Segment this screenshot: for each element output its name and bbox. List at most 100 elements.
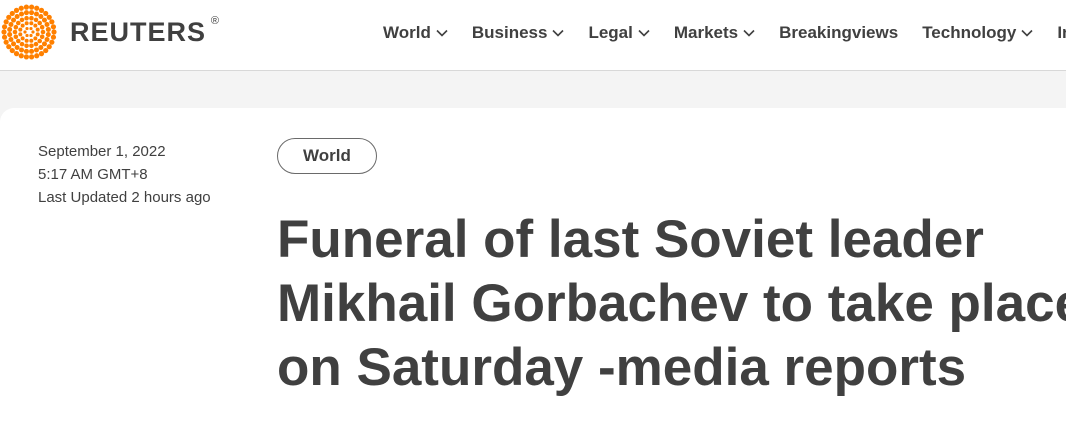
logo-dot (45, 32, 51, 38)
logo-dot (3, 19, 9, 25)
nav-item-label: Business (471, 23, 548, 42)
logo-wordmark: REUTERS ® (70, 15, 219, 48)
last-updated: Last Updated 2 hours ago (38, 189, 211, 206)
logo-dot (1, 24, 8, 30)
logo-dot (38, 44, 44, 50)
headline-line: Mikhail Gorbachev to take place (277, 274, 1066, 333)
logo-dot (33, 17, 39, 23)
logo-dot (43, 10, 49, 17)
top-header: REUTERS ® World Business Legal Markets Br… (0, 0, 1066, 71)
nav-item-label: In (1057, 23, 1066, 42)
logo-dot (13, 24, 19, 30)
logo-dot (29, 54, 35, 60)
main-nav: World Business Legal Markets Breakingvie… (383, 0, 1066, 66)
nav-item-label: World (383, 23, 431, 42)
nav-item-breakingviews[interactable]: Breakingviews (779, 23, 898, 43)
logo-dot (29, 33, 33, 38)
logo-text: REUTERS (70, 16, 207, 47)
nav-item-markets[interactable]: Markets (674, 23, 755, 43)
logo-dot (14, 14, 20, 20)
article-meta: September 1, 2022 5:17 AM GMT+8 Last Upd… (38, 140, 211, 209)
logo-dot (33, 47, 39, 53)
logo-dot (29, 15, 34, 21)
logo-dot (39, 24, 45, 30)
nav-item-business[interactable]: Business (472, 23, 565, 43)
logo-dot (9, 47, 15, 54)
logo-dot (14, 44, 20, 50)
section-pill-world[interactable]: World (277, 138, 377, 174)
logo-dot (9, 10, 15, 17)
logo-dot (24, 15, 29, 21)
logo-dot (38, 51, 45, 57)
section-pill-label: World (303, 146, 351, 165)
logo-dot (24, 21, 29, 26)
logo-dot (6, 14, 12, 20)
logo-dot (51, 29, 57, 35)
logo-dot (15, 38, 21, 44)
logo-dot (18, 32, 23, 37)
logo-dot (1, 29, 7, 35)
logo-dot (18, 5, 24, 11)
reuters-logo[interactable]: REUTERS ® (0, 4, 219, 60)
logo-dot (19, 47, 25, 53)
logo-dot (38, 14, 44, 20)
logo-registered-mark: ® (210, 14, 220, 27)
logo-dot (25, 33, 29, 38)
logo-dot (20, 36, 25, 41)
logo-dot (25, 26, 29, 31)
logo-dot (29, 21, 34, 26)
logo-dot (13, 7, 20, 13)
logo-dot (41, 41, 47, 47)
logo-dot (6, 44, 12, 50)
logo-dot (29, 4, 35, 10)
logo-dot (39, 34, 45, 40)
nav-item-label: Technology (922, 23, 1017, 42)
logo-dot (13, 51, 20, 57)
logo-dot (50, 34, 57, 40)
publish-date: September 1, 2022 (38, 143, 166, 160)
logo-dot (24, 38, 29, 43)
chevron-down-icon (552, 29, 565, 37)
logo-dot (19, 41, 25, 47)
logo-dot (19, 17, 25, 23)
article-headline: Funeral of last Soviet leader Mikhail Go… (277, 208, 1066, 400)
chevron-down-icon (1021, 29, 1033, 37)
logo-dot (35, 27, 40, 32)
chevron-down-icon (436, 29, 448, 37)
logo-dot (29, 43, 34, 49)
logo-dot (29, 48, 35, 54)
logo-dot (18, 53, 24, 59)
logo-dot (49, 19, 55, 25)
nav-item-technology[interactable]: Technology (922, 23, 1033, 43)
logo-dot (3, 39, 9, 45)
logo-dot (45, 26, 51, 32)
chevron-down-icon (743, 29, 755, 37)
logo-dot (23, 54, 29, 60)
logo-dot (7, 32, 13, 38)
logo-dot (35, 32, 40, 37)
logo-dot (13, 34, 19, 40)
nav-item-legal[interactable]: Legal (588, 23, 650, 43)
logo-dot (33, 41, 39, 47)
publish-time: 5:17 AM GMT+8 (38, 166, 148, 183)
nav-item-world[interactable]: World (383, 23, 448, 43)
headline-line: on Saturday -media reports (277, 338, 967, 397)
logo-dot (24, 43, 29, 49)
nav-item-label: Markets (673, 23, 739, 42)
logo-dot (29, 26, 33, 31)
logo-dot (33, 11, 39, 17)
logo-dot (23, 4, 29, 10)
logo-dot (20, 23, 25, 28)
logo-dot (33, 23, 38, 28)
logo-dot (44, 36, 50, 42)
logo-dot (15, 20, 21, 26)
logo-dot (23, 10, 29, 16)
logo-dot (43, 47, 49, 54)
logo-dot (41, 17, 47, 23)
logo-dot (1, 34, 8, 40)
logo-dot (11, 41, 17, 47)
nav-item-investigations[interactable]: In (1057, 23, 1066, 43)
logo-dot (33, 36, 38, 41)
logo-dot (37, 38, 43, 44)
logo-dot (34, 53, 40, 59)
